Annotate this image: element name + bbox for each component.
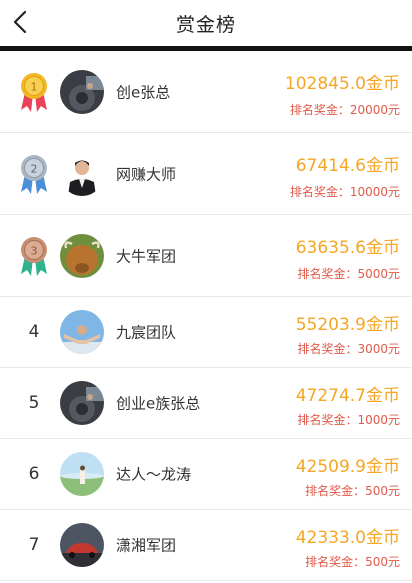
avatar[interactable] bbox=[60, 381, 104, 425]
rank-prize: 排名奖金：20000元 bbox=[289, 103, 400, 117]
avatar[interactable] bbox=[60, 151, 104, 196]
rank-badge: 1 bbox=[12, 51, 56, 132]
user-name: 九宸团队 bbox=[116, 323, 177, 342]
rank-badge: 3 bbox=[12, 215, 56, 296]
rank-number: 4 bbox=[28, 322, 40, 342]
avatar[interactable] bbox=[60, 233, 104, 278]
rank-number: 6 bbox=[28, 464, 40, 484]
avatar[interactable] bbox=[60, 452, 104, 496]
page-title: 赏金榜 bbox=[175, 13, 236, 36]
user-name: 网赚大师 bbox=[116, 165, 177, 183]
leaderboard-list: 1 创e张总 102845.0金币 排名奖金：20000元 2 网赚大师 674… bbox=[0, 51, 412, 581]
leaderboard-row[interactable]: 3 大牛军团 63635.6金币 排名奖金：5000元 bbox=[0, 215, 412, 297]
rank-number: 1 bbox=[31, 80, 38, 93]
rank-prize: 排名奖金：3000元 bbox=[297, 342, 400, 356]
user-name: 大牛军团 bbox=[116, 247, 177, 265]
rank-prize: 排名奖金：500元 bbox=[305, 555, 400, 569]
rank-prize: 排名奖金：500元 bbox=[305, 484, 400, 498]
rank-badge: 2 bbox=[12, 133, 56, 214]
rank-number: 5 bbox=[28, 393, 40, 413]
header-bar: 赏金榜 bbox=[0, 0, 412, 51]
coin-amount: 67414.6金币 bbox=[295, 156, 400, 176]
leaderboard-row[interactable]: 1 创e张总 102845.0金币 排名奖金：20000元 bbox=[0, 51, 412, 133]
user-name: 达人～龙涛 bbox=[116, 465, 192, 484]
rank-prize: 排名奖金：1000元 bbox=[297, 413, 400, 427]
back-arrow-icon[interactable] bbox=[10, 9, 32, 35]
leaderboard-row[interactable]: 4 九宸团队 55203.9金币 排名奖金：3000元 bbox=[0, 297, 412, 368]
rank-prize: 排名奖金：5000元 bbox=[297, 267, 400, 281]
leaderboard-row[interactable]: 5 创业e族张总 47274.7金币 排名奖金：1000元 bbox=[0, 368, 412, 439]
user-name: 创业e族张总 bbox=[116, 394, 201, 413]
bronze-medal-icon: 3 bbox=[21, 236, 47, 276]
rank-number: 3 bbox=[31, 244, 38, 257]
rank-number: 2 bbox=[31, 162, 38, 175]
leaderboard-row[interactable]: 2 网赚大师 67414.6金币 排名奖金：10000元 bbox=[0, 133, 412, 215]
user-name: 创e张总 bbox=[116, 83, 171, 101]
leaderboard-row[interactable]: 6 达人～龙涛 42509.9金币 排名奖金：500元 bbox=[0, 439, 412, 510]
user-name: 潇湘军团 bbox=[116, 536, 177, 555]
coin-amount: 42333.0金币 bbox=[295, 528, 400, 548]
gold-medal-icon: 1 bbox=[21, 72, 47, 112]
leaderboard-row[interactable]: 7 潇湘军团 42333.0金币 排名奖金：500元 bbox=[0, 510, 412, 581]
coin-amount: 55203.9金币 bbox=[295, 315, 400, 335]
coin-amount: 102845.0金币 bbox=[284, 74, 400, 94]
coin-amount: 47274.7金币 bbox=[295, 386, 400, 406]
avatar[interactable] bbox=[60, 523, 104, 567]
avatar[interactable] bbox=[60, 310, 104, 354]
avatar[interactable] bbox=[60, 69, 104, 114]
silver-medal-icon: 2 bbox=[21, 154, 47, 194]
rank-prize: 排名奖金：10000元 bbox=[289, 185, 400, 199]
coin-amount: 42509.9金币 bbox=[295, 457, 400, 477]
rank-number: 7 bbox=[28, 535, 40, 555]
coin-amount: 63635.6金币 bbox=[295, 238, 400, 258]
